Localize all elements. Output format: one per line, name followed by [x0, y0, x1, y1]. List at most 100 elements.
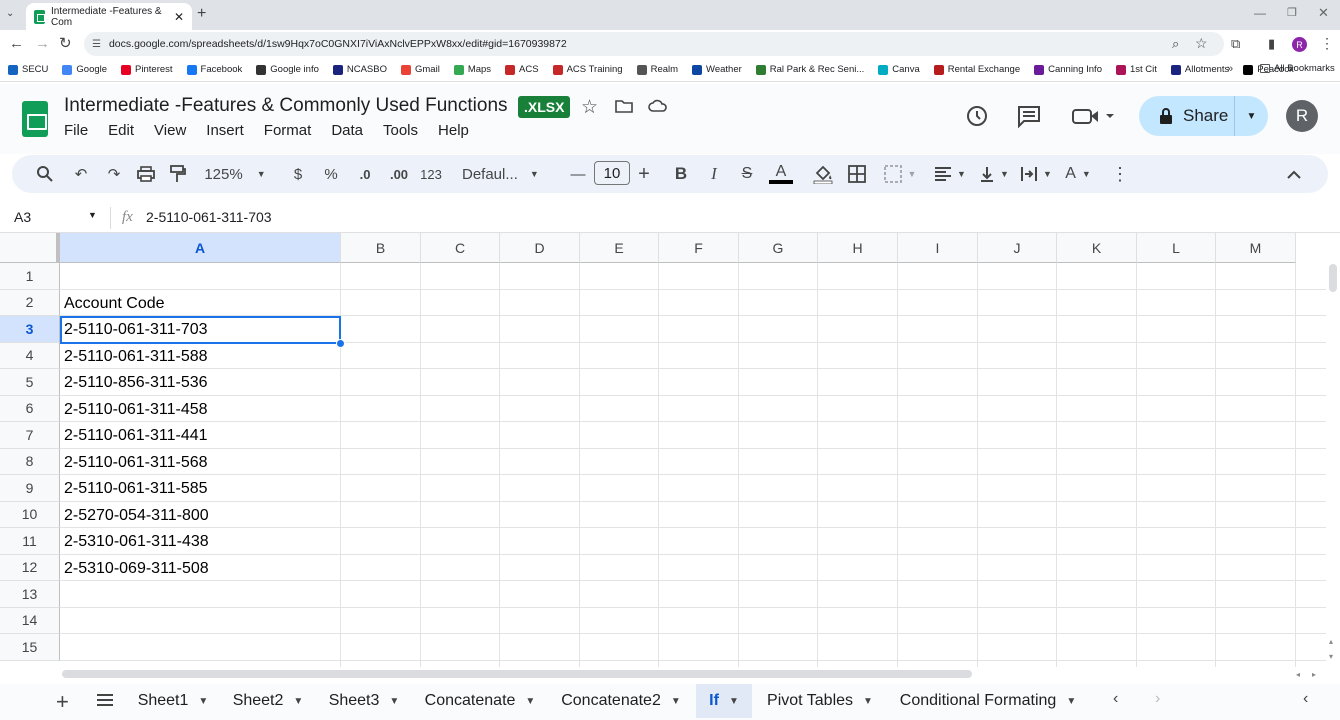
column-header[interactable]: G	[739, 233, 818, 263]
row-header[interactable]: 15	[0, 634, 60, 661]
font-size-decrease-icon[interactable]: —	[568, 162, 588, 186]
horizontal-align-icon[interactable]: ▼	[930, 162, 970, 186]
sheet-tab-caret-icon[interactable]: ▼	[293, 696, 303, 707]
bookmark-item[interactable]: Weather	[692, 64, 742, 75]
italic-icon[interactable]: I	[704, 162, 724, 186]
explore-toggle-icon[interactable]: ‹	[1303, 690, 1308, 708]
menu-view[interactable]: View	[154, 122, 186, 139]
forward-icon[interactable]: →	[35, 35, 50, 52]
column-header[interactable]: L	[1137, 233, 1216, 263]
sheet-tab[interactable]: Sheet3 ▼	[318, 684, 410, 718]
move-folder-icon[interactable]	[615, 99, 633, 113]
scroll-up-icon[interactable]: ▴	[1329, 637, 1333, 646]
column-header[interactable]: F	[659, 233, 739, 263]
scroll-right-icon[interactable]: ▸	[1312, 670, 1316, 679]
row-header[interactable]: 11	[0, 528, 60, 555]
bold-icon[interactable]: B	[671, 162, 691, 186]
document-title[interactable]: Intermediate -Features & Commonly Used F…	[64, 95, 508, 117]
sheet-tab[interactable]: Concatenate2 ▼	[550, 684, 692, 718]
bookmark-item[interactable]: NCASBO	[332, 64, 387, 75]
more-bookmarks-icon[interactable]: »	[1227, 63, 1233, 75]
side-panel-icon[interactable]: ▮	[1268, 36, 1275, 52]
column-header[interactable]: M	[1216, 233, 1296, 263]
column-header[interactable]: C	[421, 233, 500, 263]
share-dropdown-icon[interactable]: ▼	[1234, 96, 1268, 136]
sheet-tab-caret-icon[interactable]: ▼	[729, 696, 739, 707]
currency-button[interactable]: $	[288, 162, 308, 186]
reload-icon[interactable]: ↻	[59, 34, 72, 52]
sheet-tab[interactable]: Concatenate ▼	[414, 684, 546, 718]
cell-a[interactable]: 2-5110-061-311-585	[64, 475, 208, 501]
row-header[interactable]: 6	[0, 395, 60, 422]
tab-close-icon[interactable]: ✕	[174, 10, 184, 24]
sheet-tab-caret-icon[interactable]: ▼	[863, 696, 873, 707]
menu-file[interactable]: File	[64, 122, 88, 139]
sheet-tab[interactable]: If ▼	[696, 684, 752, 718]
site-info-icon[interactable]: ☰	[92, 39, 101, 50]
menu-format[interactable]: Format	[264, 122, 312, 139]
sheet-tab-caret-icon[interactable]: ▼	[671, 696, 681, 707]
column-header[interactable]: J	[978, 233, 1057, 263]
browser-menu-icon[interactable]: ⋮	[1320, 35, 1334, 52]
cell-a[interactable]: 2-5110-061-311-441	[64, 422, 208, 448]
sheet-tab-caret-icon[interactable]: ▼	[198, 696, 208, 707]
horizontal-scrollbar[interactable]	[62, 670, 972, 678]
extensions-icon[interactable]: ⧉	[1231, 36, 1240, 52]
percent-button[interactable]: %	[321, 162, 341, 186]
cell-a[interactable]: 2-5110-061-311-568	[64, 449, 208, 475]
zoom-select[interactable]: 125% ▼	[200, 162, 270, 186]
bookmark-item[interactable]: 1st Cit	[1115, 64, 1157, 75]
font-size-increase-icon[interactable]: +	[634, 162, 654, 186]
merge-cells-icon[interactable]: ▼	[880, 162, 920, 186]
strikethrough-icon[interactable]: S	[736, 162, 758, 186]
paint-format-icon[interactable]	[167, 162, 189, 186]
row-header[interactable]: 7	[0, 422, 60, 449]
all-sheets-icon[interactable]	[96, 693, 114, 707]
row-header[interactable]: 3	[0, 316, 60, 343]
row-header[interactable]: 2	[0, 289, 60, 316]
row-header[interactable]: 5	[0, 369, 60, 396]
text-rotation-icon[interactable]: A ▼	[1058, 162, 1098, 186]
bookmark-item[interactable]: ACS Training	[552, 64, 623, 75]
row-header[interactable]: 13	[0, 581, 60, 608]
menu-help[interactable]: Help	[438, 122, 469, 139]
row-header[interactable]: 14	[0, 607, 60, 634]
sheet-tab[interactable]: Sheet1 ▼	[128, 684, 218, 718]
text-wrapping-icon[interactable]: ▼	[1016, 162, 1056, 186]
bookmark-item[interactable]: Canning Info	[1034, 64, 1102, 75]
cell-a[interactable]: 2-5110-856-311-536	[64, 369, 208, 395]
column-header[interactable]: E	[580, 233, 659, 263]
vertical-scrollbar[interactable]	[1329, 264, 1337, 292]
row-header[interactable]: 12	[0, 554, 60, 581]
row-header[interactable]: 10	[0, 501, 60, 528]
menu-insert[interactable]: Insert	[206, 122, 244, 139]
version-history-icon[interactable]	[964, 103, 990, 129]
scroll-left-icon[interactable]: ◂	[1296, 670, 1300, 679]
bookmark-item[interactable]: Allotments	[1170, 64, 1229, 75]
sheet-tab-caret-icon[interactable]: ▼	[525, 696, 535, 707]
sheet-tab-caret-icon[interactable]: ▼	[1066, 696, 1076, 707]
meet-icon[interactable]	[1072, 106, 1118, 126]
browser-tab[interactable]: Intermediate -Features & Com ✕	[26, 3, 192, 30]
number-format-button[interactable]: 123	[418, 162, 444, 186]
borders-icon[interactable]	[846, 162, 868, 186]
share-button[interactable]: Share ▼	[1139, 96, 1268, 136]
tab-search-icon[interactable]: ⌄	[6, 8, 14, 19]
new-tab-icon[interactable]: +	[197, 5, 206, 23]
bookmark-item[interactable]: Rental Exchange	[933, 64, 1020, 75]
sheet-tab[interactable]: Sheet2 ▼	[222, 684, 314, 718]
text-color-icon[interactable]: A	[768, 162, 794, 186]
cloud-status-icon[interactable]	[648, 99, 668, 113]
bookmark-item[interactable]: Facebook	[186, 64, 242, 75]
menu-edit[interactable]: Edit	[108, 122, 134, 139]
cell-a[interactable]: 2-5310-061-311-438	[64, 528, 209, 554]
cell-a[interactable]: 2-5270-054-311-800	[64, 502, 209, 528]
redo-icon[interactable]: ↷	[103, 162, 125, 186]
cell-a[interactable]: 2-5110-061-311-588	[64, 343, 208, 369]
sheet-scroll-right-icon[interactable]: ›	[1155, 690, 1160, 708]
bookmark-item[interactable]: ACS	[505, 64, 539, 75]
url-field[interactable]: ☰ docs.google.com/spreadsheets/d/1sw9Hqx…	[84, 32, 1224, 56]
row-header[interactable]: 9	[0, 475, 60, 502]
increase-decimal-button[interactable]: .00	[386, 162, 412, 186]
cell-a[interactable]: 2-5310-069-311-508	[64, 555, 209, 581]
